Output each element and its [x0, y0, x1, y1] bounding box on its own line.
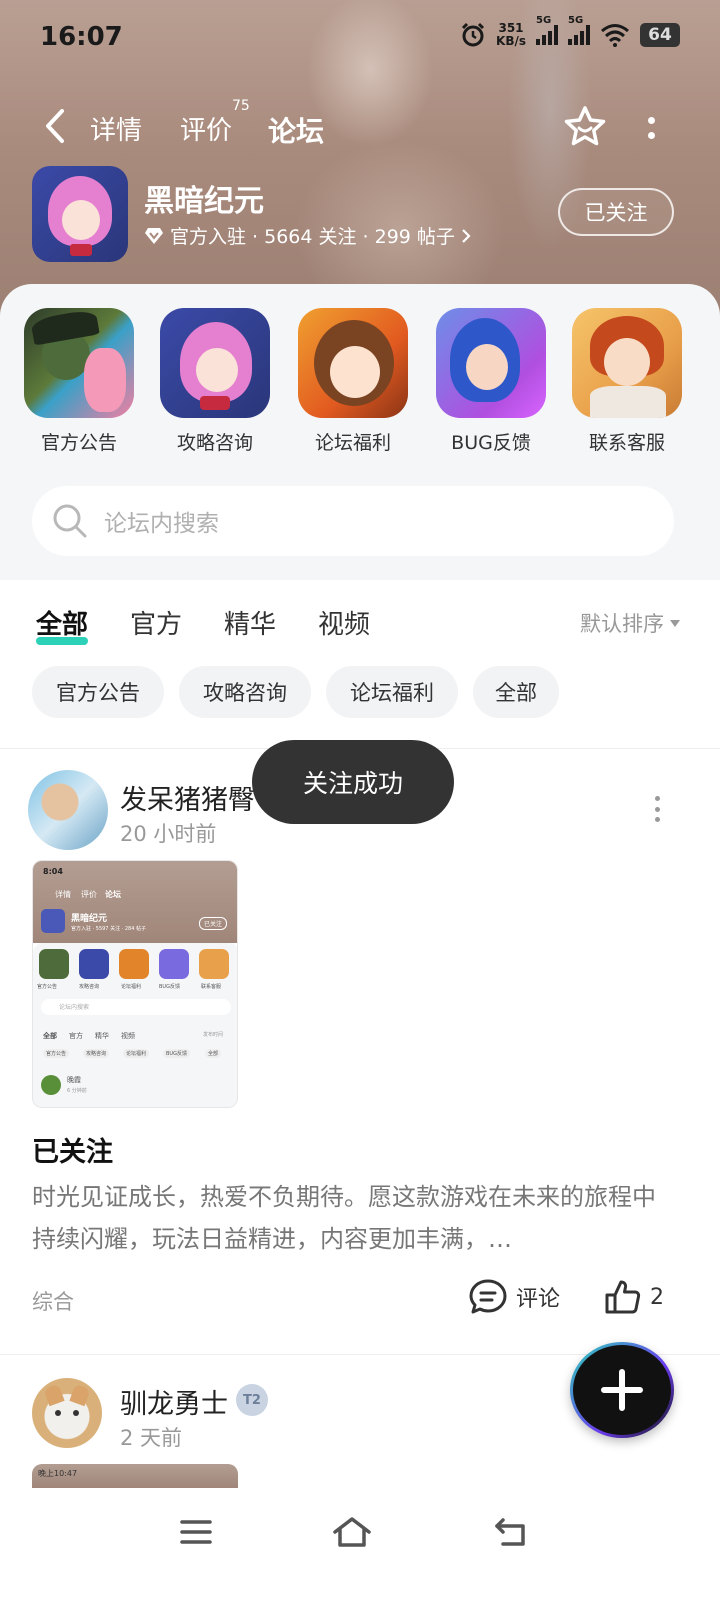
chip-all[interactable]: 全部: [473, 666, 559, 718]
quick-link-customer-service[interactable]: 联系客服: [572, 308, 682, 455]
search-placeholder: 论坛内搜索: [104, 511, 219, 537]
game-icon: [32, 166, 128, 262]
chip-guides[interactable]: 攻略咨询: [179, 666, 311, 718]
return-icon: [495, 1518, 525, 1546]
diamond-icon: [145, 227, 163, 244]
level-badge: T2: [236, 1384, 268, 1416]
filter-tabs: 全部 官方 精华 视频 默认排序: [0, 596, 720, 652]
post-category[interactable]: 综合: [32, 1286, 74, 1316]
reviews-count: 75: [232, 98, 250, 114]
quick-link-announcements[interactable]: 官方公告: [24, 308, 134, 455]
forum-search-bar[interactable]: 论坛内搜索: [32, 486, 674, 556]
status-bar: 16:07 351 KB/s 5G 5G 64: [0, 15, 720, 58]
network-speed: 351 KB/s: [496, 21, 526, 48]
home-icon: [333, 1517, 371, 1547]
wink-character-icon: [298, 308, 408, 418]
witch-character-icon: [24, 308, 134, 418]
chip-benefits[interactable]: 论坛福利: [326, 666, 458, 718]
game-stats: 官方入驻 · 5664 关注 · 299 帖子: [170, 226, 455, 248]
red-hair-character-icon: [572, 308, 682, 418]
game-info: 黑暗纪元 官方入驻 · 5664 关注 · 299 帖子 已关注: [0, 166, 720, 266]
system-navigation-bar: [0, 1490, 720, 1600]
comment-button[interactable]: 评论: [468, 1278, 560, 1316]
cell-signal-icon: [568, 25, 590, 45]
chevron-right-icon: [462, 228, 471, 243]
caret-down-icon: [670, 619, 680, 627]
favorite-button[interactable]: [562, 104, 608, 150]
avatar[interactable]: [32, 1378, 102, 1448]
back-nav-button[interactable]: [490, 1512, 530, 1552]
filter-tab-featured[interactable]: 精华: [224, 604, 276, 641]
blue-hair-character-icon: [436, 308, 546, 418]
post-time: 2 天前: [120, 1426, 183, 1450]
comment-icon: [469, 1279, 507, 1314]
status-icons: 351 KB/s 5G 5G 64: [460, 15, 680, 48]
post-more-button[interactable]: [650, 796, 664, 822]
top-navigation: 详情 评价 75 论坛: [0, 98, 720, 156]
tab-reviews[interactable]: 评价: [180, 110, 232, 147]
post-excerpt[interactable]: 时光见证成长，热爱不负期待。愿这款游戏在未来的旅程中持续闪耀，玩法日益精进，内容…: [32, 1176, 668, 1260]
more-options-button[interactable]: [638, 108, 664, 148]
create-post-button[interactable]: [570, 1342, 674, 1438]
signal-2: 5G: [568, 15, 590, 45]
post-username[interactable]: 驯龙勇士: [120, 1382, 228, 1421]
signal-1: 5G: [536, 15, 558, 45]
thumbs-up-icon: [605, 1280, 641, 1314]
quick-link-guides[interactable]: 攻略咨询: [160, 308, 270, 455]
maid-character-icon: [160, 308, 270, 418]
status-time: 16:07: [40, 22, 123, 52]
game-name: 黑暗纪元: [144, 184, 264, 219]
cell-signal-icon: [536, 25, 558, 45]
post-username[interactable]: 发呆猪猪臀: [120, 778, 255, 817]
search-icon: [53, 504, 87, 538]
game-meta[interactable]: 官方入驻 · 5664 关注 · 299 帖子: [144, 222, 471, 249]
quick-links-card: 官方公告 攻略咨询 论坛福利 BUG反馈 联系客服 论坛内搜索: [0, 284, 720, 580]
chevron-left-icon: [46, 109, 64, 143]
alarm-icon: [461, 22, 485, 47]
avatar[interactable]: [28, 770, 108, 850]
menu-button[interactable]: [176, 1512, 216, 1552]
wifi-icon: [601, 24, 629, 47]
chip-announcements[interactable]: 官方公告: [32, 666, 164, 718]
star-icon: [564, 106, 606, 146]
post-time: 20 小时前: [120, 822, 217, 846]
forum-header: 16:07 351 KB/s 5G 5G 64 详情 评价 75 论坛 黑暗纪元…: [0, 0, 720, 330]
post-screenshot-thumbnail[interactable]: 8:04 详情 评价 论坛 黑暗纪元 官方入驻 · 5597 关注 · 284 …: [32, 860, 238, 1108]
battery-indicator: 64: [640, 23, 680, 47]
like-count: 2: [650, 1284, 664, 1310]
quick-link-benefits[interactable]: 论坛福利: [298, 308, 408, 455]
menu-icon: [180, 1520, 212, 1544]
tab-forum-label: 论坛: [268, 115, 325, 148]
filter-tab-video[interactable]: 视频: [318, 604, 370, 641]
back-button[interactable]: [40, 108, 70, 144]
plus-icon: [601, 1369, 643, 1411]
tab-details[interactable]: 详情: [90, 110, 142, 147]
post-title[interactable]: 已关注: [32, 1130, 113, 1169]
sort-dropdown[interactable]: 默认排序: [580, 608, 680, 638]
like-button[interactable]: 2: [604, 1278, 664, 1316]
filter-tab-all[interactable]: 全部: [36, 604, 89, 645]
toast-message: 关注成功: [252, 740, 454, 824]
quick-link-bug-report[interactable]: BUG反馈: [436, 308, 546, 455]
home-button[interactable]: [332, 1512, 372, 1552]
tab-forum[interactable]: 论坛: [268, 110, 325, 156]
filter-tab-official[interactable]: 官方: [130, 604, 182, 641]
follow-button[interactable]: 已关注: [558, 188, 674, 236]
post-screenshot-thumbnail[interactable]: 晚上10:47: [32, 1464, 238, 1488]
